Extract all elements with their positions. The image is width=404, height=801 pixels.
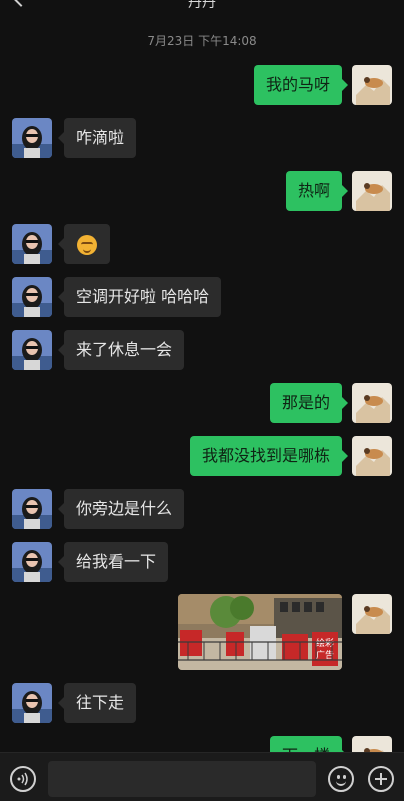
emoji-mouth: [336, 779, 346, 786]
chat-title: 丹丹: [188, 0, 216, 11]
top-bar: 丹丹: [0, 0, 404, 14]
sign-text: 绘彩: [316, 637, 334, 649]
message-bubble-out[interactable]: 那是的: [269, 383, 349, 423]
my-avatar[interactable]: [352, 436, 392, 476]
message-bubble-out[interactable]: 我的马呀: [253, 65, 349, 105]
contact-avatar[interactable]: [12, 277, 52, 317]
sign-text: 广告: [316, 649, 334, 661]
timestamp: 7月23日 下午14:08: [147, 34, 257, 48]
message-bubble-in[interactable]: 来了休息一会: [57, 330, 185, 370]
message-bubble-in[interactable]: [58, 224, 110, 264]
message-bubble-in[interactable]: 咋滴啦: [57, 118, 137, 158]
input-toolbar: [0, 752, 404, 801]
plus-icon[interactable]: [368, 766, 394, 792]
message-input[interactable]: [48, 761, 316, 797]
contact-avatar[interactable]: [12, 489, 52, 529]
my-avatar[interactable]: [352, 594, 392, 634]
contact-avatar[interactable]: [12, 330, 52, 370]
contact-avatar[interactable]: [12, 683, 52, 723]
voice-icon[interactable]: [10, 766, 36, 792]
message-bubble-out[interactable]: 热啊: [285, 171, 349, 211]
contact-avatar[interactable]: [12, 118, 52, 158]
message-bubble-in[interactable]: 空调开好啦 哈哈哈: [57, 277, 222, 317]
message-bubble-in[interactable]: 你旁边是什么: [57, 489, 185, 529]
message-bubble-out[interactable]: 我都没找到是哪栋: [189, 436, 349, 476]
smiling-face-icon: [77, 234, 97, 255]
image-message[interactable]: 绘彩 广告: [178, 594, 342, 670]
my-avatar[interactable]: [352, 171, 392, 211]
contact-avatar[interactable]: [12, 224, 52, 264]
emoji-icon[interactable]: [328, 766, 354, 792]
my-avatar[interactable]: [352, 65, 392, 105]
message-bubble-in[interactable]: 给我看一下: [57, 542, 169, 582]
message-bubble-in[interactable]: 往下走: [57, 683, 137, 723]
contact-avatar[interactable]: [12, 542, 52, 582]
my-avatar[interactable]: [352, 383, 392, 423]
